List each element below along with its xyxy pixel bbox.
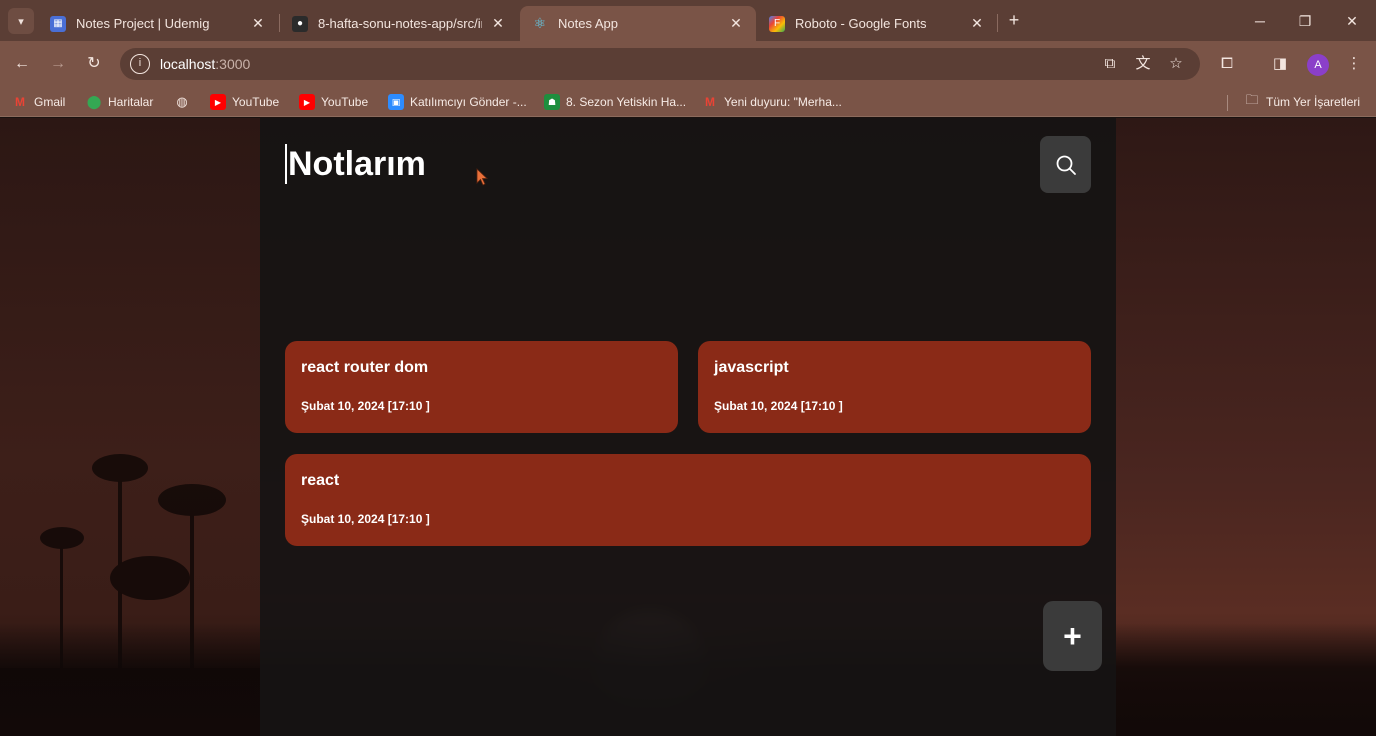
restore-button[interactable]: ❐ — [1290, 8, 1320, 34]
url-host: localhost — [160, 56, 216, 72]
all-bookmarks-folder[interactable]: 🗀 Tüm Yer İşaretleri — [1244, 92, 1361, 111]
react-icon: ⚛ — [533, 15, 547, 31]
extensions-icon[interactable]: ⧠ — [1216, 53, 1238, 75]
back-button[interactable]: ← — [9, 51, 35, 77]
bookmark-label: Katılımcıyı Gönder -... — [410, 95, 527, 109]
tab-title: Roboto - Google Fonts — [795, 16, 927, 31]
globe-icon: ◍ — [176, 94, 188, 109]
tab-search-button[interactable]: ▾ — [8, 8, 34, 34]
note-title: react router dom — [301, 359, 429, 376]
zoom-icon: ▣ — [388, 94, 404, 110]
translate-icon[interactable]: 文 — [1133, 54, 1153, 74]
bookmark-label: Gmail — [34, 95, 66, 109]
bookmark-announcement[interactable]: M Yeni duyuru: "Merha... — [702, 93, 842, 111]
tab-separator — [997, 14, 998, 32]
bookmark-youtube-1[interactable]: ▶ YouTube — [210, 93, 279, 111]
site-info-icon[interactable]: i — [130, 54, 150, 74]
note-date: Şubat 10, 2024 [17:10 ] — [714, 399, 843, 413]
maps-icon: ⬤ — [86, 94, 102, 109]
page-title: Notlarım — [285, 144, 426, 184]
tab-notes-app[interactable]: ⚛ Notes App ✕ — [520, 6, 756, 41]
add-note-button[interactable]: + — [1043, 601, 1102, 671]
youtube-icon: ▶ — [299, 94, 315, 110]
youtube-icon: ▶ — [210, 94, 226, 110]
page-viewport: Notlarım react router dom Şubat 10, 2024… — [0, 118, 1376, 736]
tab-udemig[interactable]: ▦ Notes Project | Udemig ✕ — [38, 6, 278, 41]
tab-title: 8-hafta-sonu-notes-app/src/ind — [318, 16, 482, 31]
reload-button[interactable]: ↻ — [81, 51, 107, 77]
bookmarks-bar: M Gmail ⬤ Haritalar ◍ ▶ YouTube ▶ YouTub… — [0, 87, 1376, 117]
bookmark-label: Haritalar — [108, 95, 154, 109]
close-icon[interactable]: ✕ — [250, 15, 266, 32]
bookmarks-separator — [1227, 95, 1228, 111]
bookmark-gmail[interactable]: M Gmail — [12, 93, 65, 111]
chevron-down-icon: ▾ — [18, 15, 24, 28]
note-date: Şubat 10, 2024 [17:10 ] — [301, 399, 430, 413]
close-window-button[interactable]: ✕ — [1337, 8, 1367, 34]
bookmark-label: YouTube — [232, 95, 280, 109]
profile-avatar[interactable]: A — [1307, 54, 1329, 76]
notes-app: Notlarım react router dom Şubat 10, 2024… — [260, 118, 1116, 736]
install-app-icon[interactable]: ⧉ — [1100, 54, 1120, 74]
tab-strip: ▾ ▦ Notes Project | Udemig ✕ ● 8-hafta-s… — [0, 0, 1376, 41]
menu-dots-icon[interactable]: ⋮ — [1343, 53, 1365, 75]
side-panel-icon[interactable]: ◨ — [1269, 53, 1291, 75]
tab-github[interactable]: ● 8-hafta-sonu-notes-app/src/ind ✕ — [280, 6, 518, 41]
close-icon[interactable]: ✕ — [490, 15, 506, 32]
mouse-cursor-icon — [476, 168, 488, 186]
search-icon — [1056, 155, 1076, 175]
bookmark-youtube-2[interactable]: ▶ YouTube — [299, 93, 368, 111]
bookmark-zoom[interactable]: ▣ Katılımcıyı Gönder -... — [388, 93, 527, 111]
new-tab-button[interactable]: + — [1004, 10, 1024, 30]
google-fonts-icon: F — [769, 15, 785, 32]
plus-icon: + — [1063, 618, 1082, 654]
url-port: :3000 — [215, 56, 251, 72]
bookmark-label: YouTube — [321, 95, 369, 109]
tab-google-fonts[interactable]: F Roboto - Google Fonts ✕ — [757, 6, 997, 41]
browser-toolbar: ← → ↻ i localhost:3000 ⧉ 文 ☆ ⧠ ◨ A ⋮ — [0, 41, 1376, 87]
search-button[interactable] — [1040, 136, 1091, 193]
note-title: react — [301, 472, 340, 489]
bookmark-label: Tüm Yer İşaretleri — [1266, 95, 1361, 109]
udemig-favicon-icon: ▦ — [50, 15, 66, 32]
bookmark-label: 8. Sezon Yetiskin Ha... — [566, 95, 687, 109]
close-icon[interactable]: ✕ — [969, 15, 985, 32]
bookmark-maps[interactable]: ⬤ Haritalar — [86, 93, 154, 111]
close-icon[interactable]: ✕ — [728, 15, 744, 32]
classroom-icon: ☗ — [544, 94, 560, 110]
folder-icon: 🗀 — [1245, 92, 1259, 107]
note-card[interactable]: react Şubat 10, 2024 [17:10 ] — [285, 454, 1091, 546]
bookmark-globe[interactable]: ◍ — [174, 93, 196, 111]
url-text[interactable]: localhost:3000 — [160, 56, 250, 72]
forward-button[interactable]: → — [45, 51, 71, 77]
gmail-icon: M — [15, 95, 25, 109]
bookmark-label: Yeni duyuru: "Merha... — [724, 95, 842, 109]
note-card[interactable]: javascript Şubat 10, 2024 [17:10 ] — [698, 341, 1091, 433]
note-date: Şubat 10, 2024 [17:10 ] — [301, 512, 430, 526]
github-icon: ● — [292, 15, 308, 32]
bookmark-classroom[interactable]: ☗ 8. Sezon Yetiskin Ha... — [544, 93, 686, 111]
note-card[interactable]: react router dom Şubat 10, 2024 [17:10 ] — [285, 341, 678, 433]
tab-title: Notes Project | Udemig — [76, 16, 210, 31]
tab-title: Notes App — [558, 16, 618, 31]
minimize-button[interactable]: ─ — [1245, 8, 1275, 34]
note-title: javascript — [714, 359, 789, 376]
address-bar[interactable]: i localhost:3000 ⧉ 文 ☆ — [120, 48, 1200, 80]
bookmark-star-icon[interactable]: ☆ — [1166, 54, 1186, 74]
gmail-icon: M — [705, 95, 715, 109]
